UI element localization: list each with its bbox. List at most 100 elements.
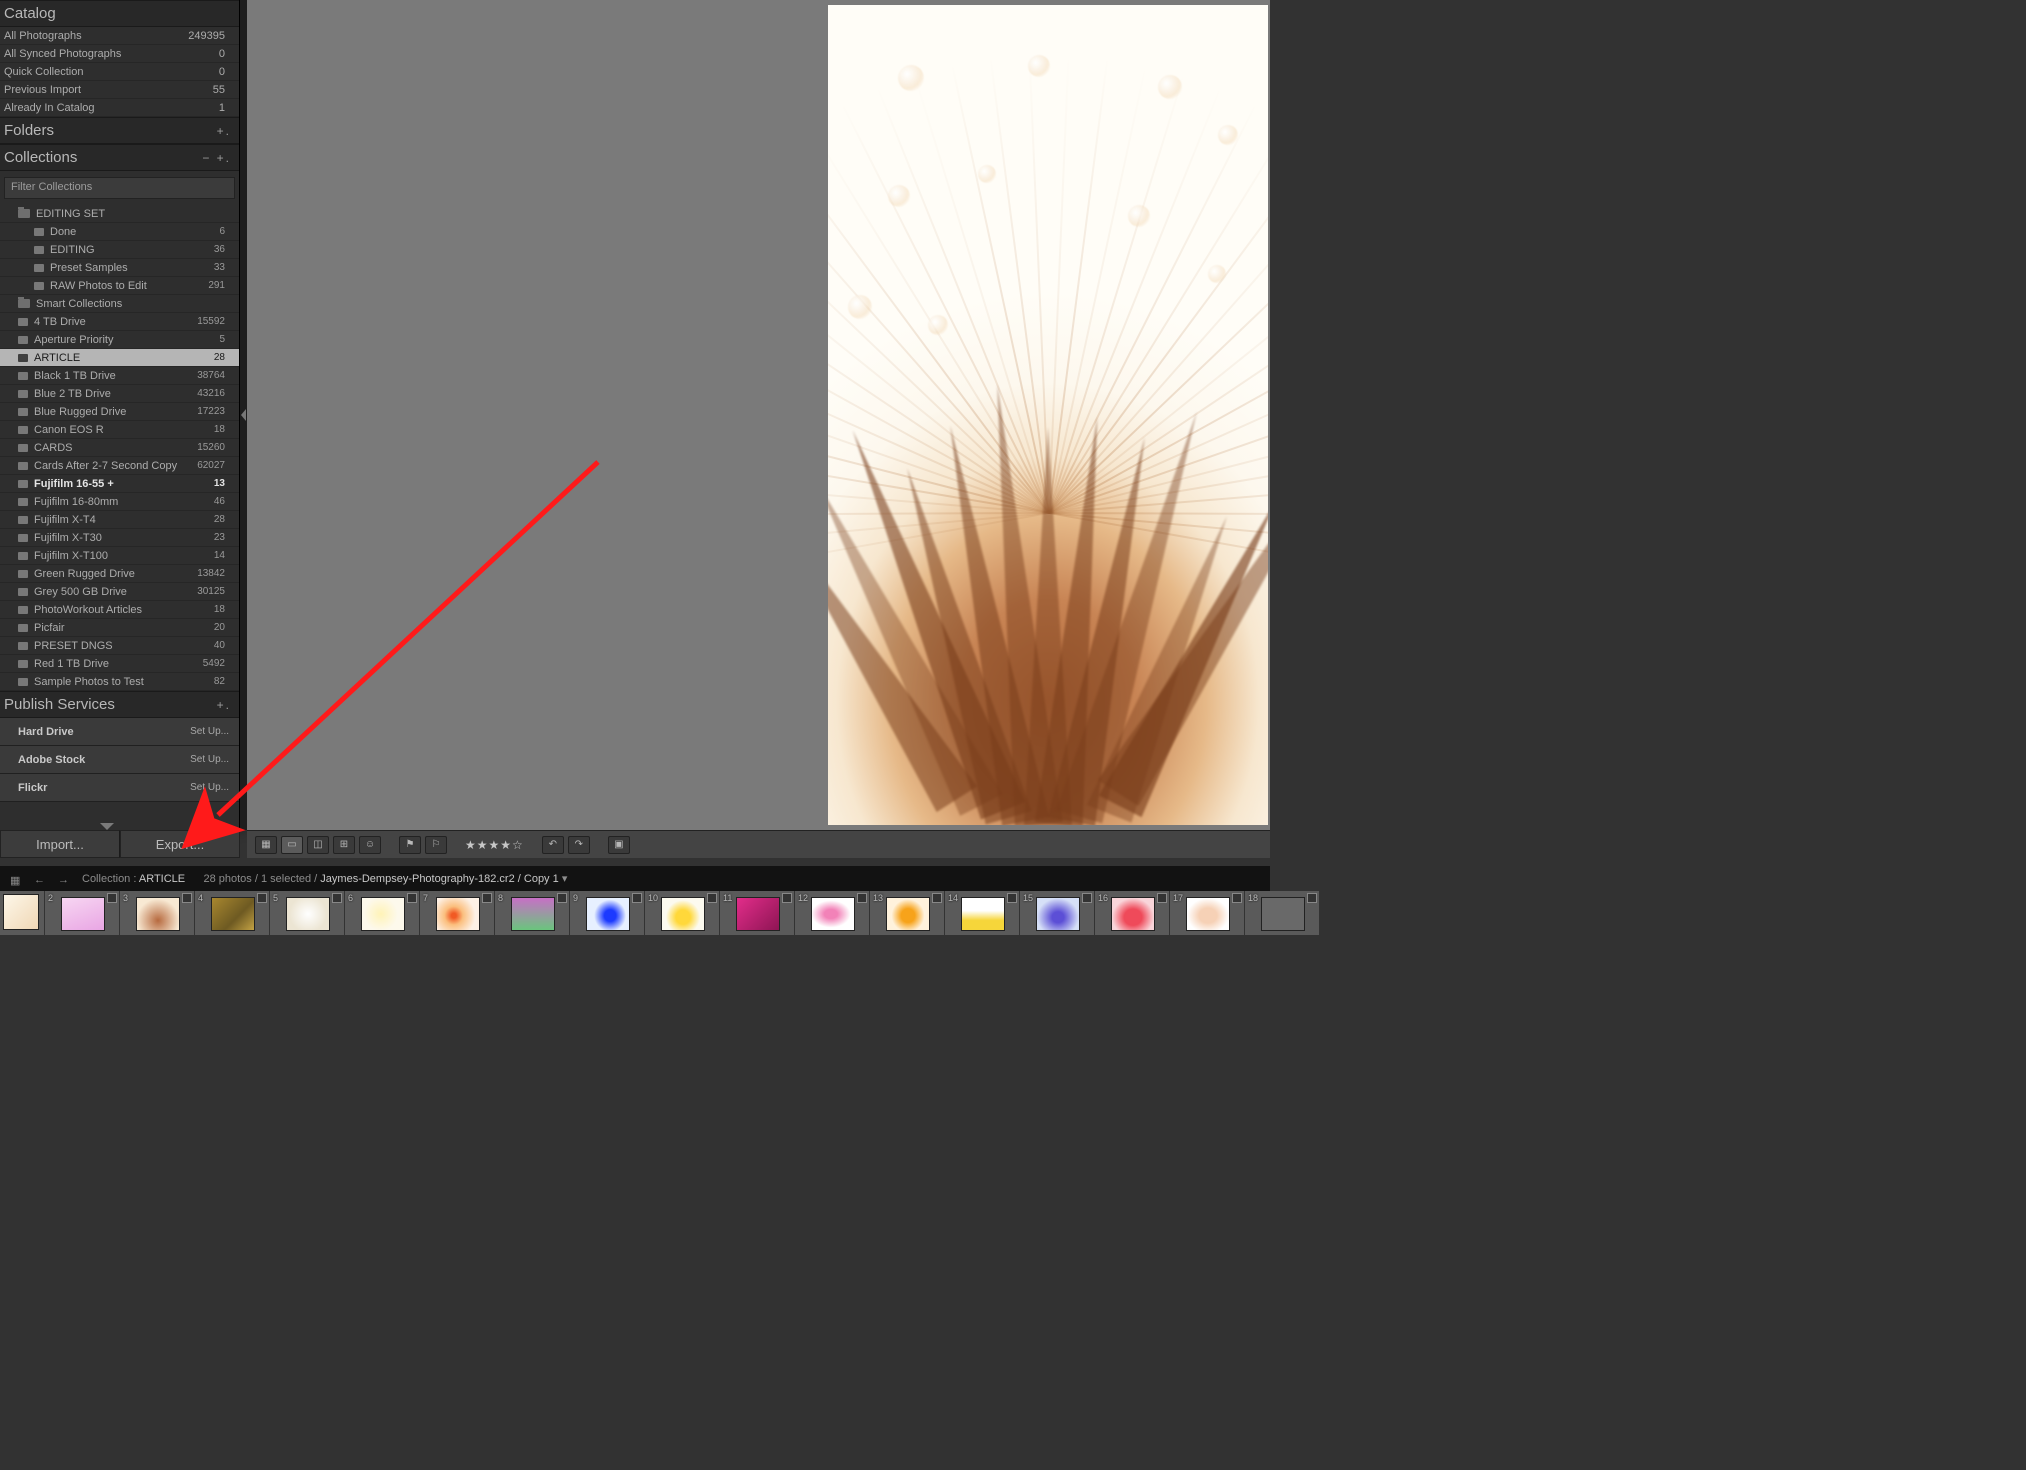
collection-row[interactable]: Picfair20 [0,619,239,637]
collection-row[interactable]: Fujifilm 16-80mm46 [0,493,239,511]
collection-row[interactable]: Aperture Priority5 [0,331,239,349]
filmstrip-thumb[interactable] [0,891,45,935]
filmstrip-thumb[interactable]: 13 [870,891,945,935]
filmstrip-thumb[interactable]: 7 [420,891,495,935]
survey-view-button[interactable]: ⊞ [333,836,355,854]
collection-count: 40 [214,640,225,651]
filmstrip-thumb[interactable]: 5 [270,891,345,935]
collection-row[interactable]: Blue Rugged Drive17223 [0,403,239,421]
catalog-row[interactable]: All Synced Photographs0 [0,45,239,63]
collection-row[interactable]: Fujifilm X-T3023 [0,529,239,547]
thumb-image [3,894,39,930]
publish-add-icon[interactable]: +. [217,698,231,712]
filmstrip-thumb[interactable]: 9 [570,891,645,935]
filmstrip-thumb[interactable]: 17 [1170,891,1245,935]
catalog-header[interactable]: Catalog [0,0,239,27]
star-rating[interactable]: ★★★★☆ [465,838,524,852]
collection-row[interactable]: Blue 2 TB Drive43216 [0,385,239,403]
rotate-cw-button[interactable]: ↷ [568,836,590,854]
catalog-row[interactable]: Already In Catalog1 [0,99,239,117]
collection-row[interactable]: 4 TB Drive15592 [0,313,239,331]
source-crumb[interactable]: Collection : ARTICLE 28 photos / 1 selec… [82,872,1260,885]
filmstrip[interactable]: 23456789101112131415161718 [0,891,1270,935]
catalog-title: Catalog [4,5,56,22]
thumb-image [1111,897,1155,931]
thumb-index: 12 [798,893,808,903]
loupe-canvas[interactable] [247,0,1270,830]
collection-row[interactable]: Preset Samples33 [0,259,239,277]
slideshow-button[interactable]: ▣ [608,836,630,854]
panel-collapse-handle[interactable] [100,823,114,830]
filmstrip-thumb[interactable]: 6 [345,891,420,935]
collection-label: Done [50,226,219,238]
flag-pick-button[interactable]: ⚑ [399,836,421,854]
nav-fwd-icon[interactable]: → [58,874,72,884]
collections-header[interactable]: Collections − +. [0,144,239,171]
grid-view-button[interactable]: ▦ [255,836,277,854]
collection-row[interactable]: Done6 [0,223,239,241]
filter-collections-input[interactable]: Filter Collections [4,177,235,199]
filmstrip-thumb[interactable]: 4 [195,891,270,935]
collection-row[interactable]: Fujifilm 16-55 +13 [0,475,239,493]
people-view-button[interactable]: ☺ [359,836,381,854]
collection-row[interactable]: Sample Photos to Test82 [0,673,239,691]
collection-row[interactable]: Black 1 TB Drive38764 [0,367,239,385]
catalog-row[interactable]: All Photographs249395 [0,27,239,45]
collection-row[interactable]: Green Rugged Drive13842 [0,565,239,583]
publish-service-row[interactable]: Hard DriveSet Up... [0,718,239,746]
collection-row[interactable]: Cards After 2-7 Second Copy62027 [0,457,239,475]
folders-header[interactable]: Folders +. [0,117,239,144]
collection-row[interactable]: Fujifilm X-T10014 [0,547,239,565]
collection-row[interactable]: PhotoWorkout Articles18 [0,601,239,619]
loupe-view-button[interactable]: ▭ [281,836,303,854]
collection-row[interactable]: Canon EOS R18 [0,421,239,439]
filmstrip-thumb[interactable]: 12 [795,891,870,935]
filmstrip-thumb[interactable]: 14 [945,891,1020,935]
collection-row[interactable]: EDITING36 [0,241,239,259]
collection-set-row[interactable]: EDITING SET [0,205,239,223]
publish-header[interactable]: Publish Services +. [0,691,239,718]
publish-service-row[interactable]: FlickrSet Up... [0,774,239,802]
panel-resize-grip[interactable] [240,0,247,830]
collection-row[interactable]: Red 1 TB Drive5492 [0,655,239,673]
filmstrip-thumb[interactable]: 3 [120,891,195,935]
folders-add-icon[interactable]: +. [217,124,231,138]
publish-setup-link[interactable]: Set Up... [190,782,229,793]
collection-row[interactable]: CARDS15260 [0,439,239,457]
second-window-icon[interactable]: ▦ [10,874,24,884]
filmstrip-thumb[interactable]: 16 [1095,891,1170,935]
flag-reject-button[interactable]: ⚐ [425,836,447,854]
export-button[interactable]: Export... [120,830,240,858]
publish-service-row[interactable]: Adobe StockSet Up... [0,746,239,774]
publish-setup-link[interactable]: Set Up... [190,726,229,737]
folders-title: Folders [4,122,54,139]
collection-row[interactable]: Grey 500 GB Drive30125 [0,583,239,601]
compare-view-button[interactable]: ◫ [307,836,329,854]
collection-label: Picfair [34,622,214,634]
filmstrip-thumb[interactable]: 8 [495,891,570,935]
thumb-badge-icon [332,893,342,903]
collection-row[interactable]: PRESET DNGS40 [0,637,239,655]
collection-icon [18,660,28,668]
filmstrip-thumb[interactable]: 2 [45,891,120,935]
collection-row[interactable]: Fujifilm X-T428 [0,511,239,529]
thumb-badge-icon [857,893,867,903]
catalog-row[interactable]: Quick Collection0 [0,63,239,81]
collection-row[interactable]: RAW Photos to Edit291 [0,277,239,295]
filmstrip-thumb[interactable]: 10 [645,891,720,935]
collection-count: 18 [214,424,225,435]
thumb-index: 16 [1098,893,1108,903]
catalog-row[interactable]: Previous Import55 [0,81,239,99]
collection-set-row[interactable]: Smart Collections [0,295,239,313]
import-button[interactable]: Import... [0,830,120,858]
nav-back-icon[interactable]: ← [34,874,48,884]
filmstrip-thumb[interactable]: 15 [1020,891,1095,935]
catalog-row-label: Already In Catalog [4,102,95,114]
publish-setup-link[interactable]: Set Up... [190,754,229,765]
thumb-badge-icon [482,893,492,903]
rotate-ccw-button[interactable]: ↶ [542,836,564,854]
collection-row[interactable]: ARTICLE28 [0,349,239,367]
collections-buttons[interactable]: − +. [202,151,231,165]
filmstrip-thumb[interactable]: 11 [720,891,795,935]
filmstrip-thumb[interactable]: 18 [1245,891,1320,935]
